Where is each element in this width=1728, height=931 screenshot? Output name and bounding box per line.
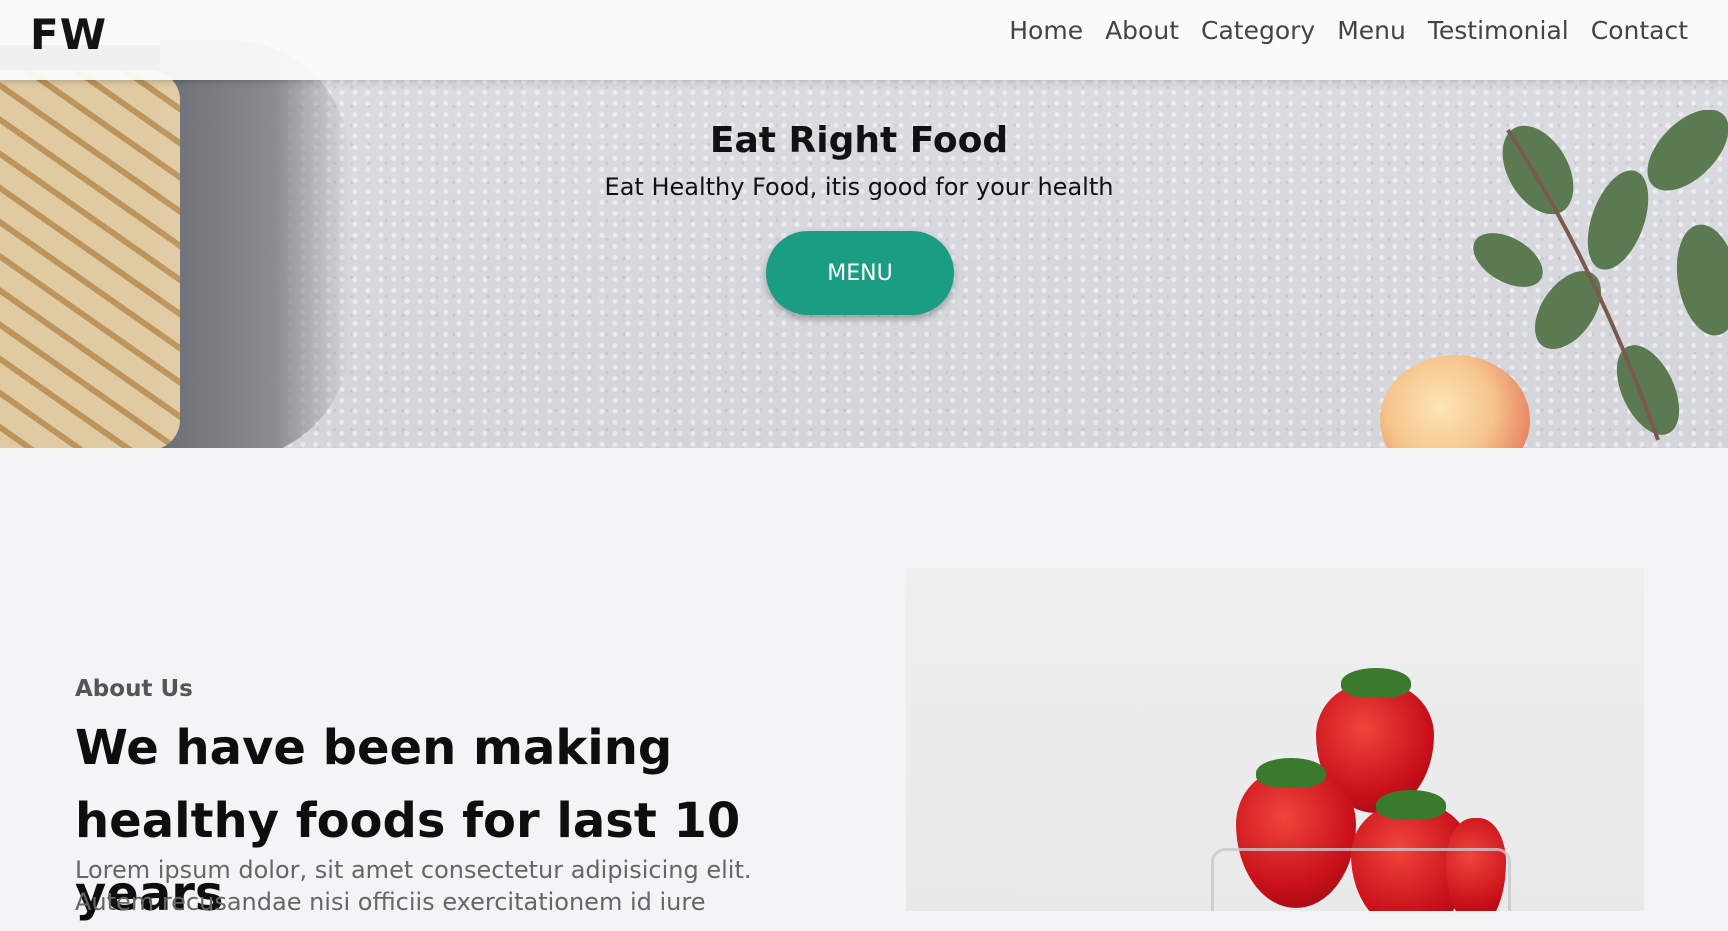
menu-button[interactable]: MENU (766, 231, 954, 315)
nav-link-about[interactable]: About (1105, 16, 1179, 45)
hero-subtitle: Eat Healthy Food, itis good for your hea… (604, 173, 1114, 201)
logo[interactable]: FW (30, 10, 107, 59)
hero-title: Eat Right Food (709, 120, 1009, 161)
nav-link-menu[interactable]: Menu (1337, 16, 1406, 45)
strawberry-leaves-image (1256, 758, 1326, 788)
about-eyebrow: About Us (75, 676, 193, 702)
navbar: FW Home About Category Menu Testimonial … (0, 0, 1728, 80)
nav-links: Home About Category Menu Testimonial Con… (1009, 16, 1688, 45)
nav-link-home[interactable]: Home (1009, 16, 1083, 45)
strawberries-image (906, 568, 1644, 911)
strawberry-leaves-image (1376, 790, 1446, 820)
about-text: Lorem ipsum dolor, sit amet consectetur … (75, 856, 752, 916)
cloth-image (160, 40, 350, 448)
strawberry-leaves-image (1341, 668, 1411, 698)
nav-link-category[interactable]: Category (1201, 16, 1315, 45)
glass-bowl-image (1211, 848, 1511, 911)
nav-link-contact[interactable]: Contact (1591, 16, 1688, 45)
nav-link-testimonial[interactable]: Testimonial (1428, 16, 1569, 45)
